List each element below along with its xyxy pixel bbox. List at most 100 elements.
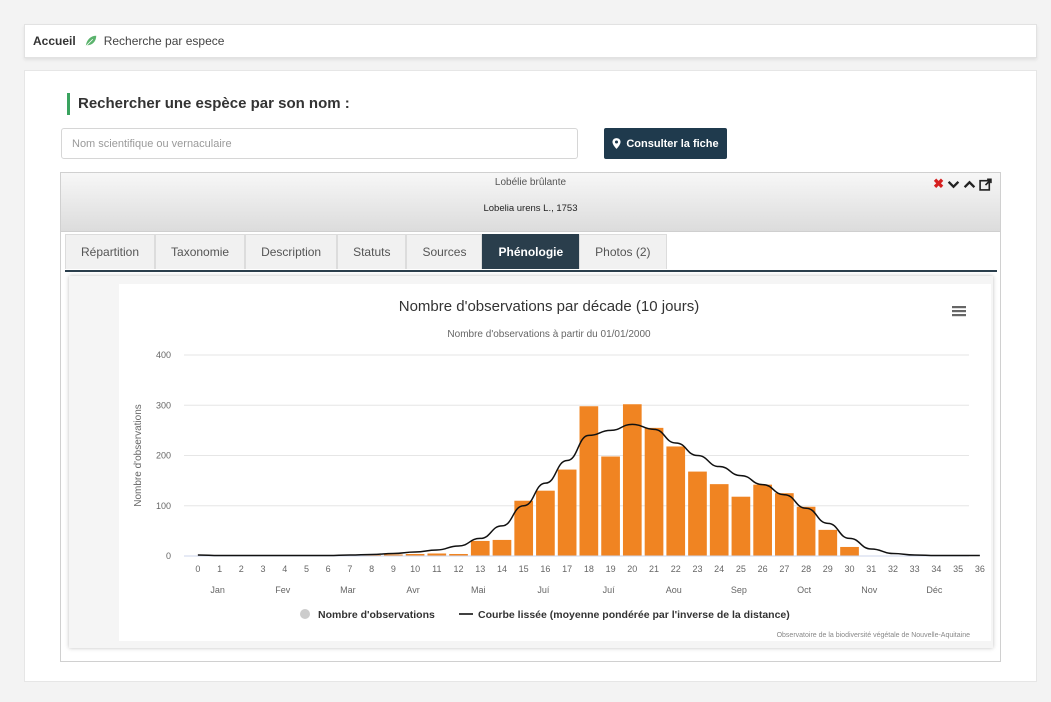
x-tick-label: 8 [369, 564, 374, 574]
x-tick-label: 21 [649, 564, 659, 574]
chart-bar [666, 446, 686, 556]
x-tick-label: 31 [866, 564, 876, 574]
month-label: Aou [666, 585, 682, 595]
x-tick-label: 3 [261, 564, 266, 574]
species-panel: Lobélie brûlante Lobelia urens L., 1753 … [60, 172, 1001, 662]
x-tick-label: 22 [671, 564, 681, 574]
x-tick-label: 28 [801, 564, 811, 574]
breadcrumb: Accueil Recherche par espece [24, 24, 1037, 58]
tab-statuts[interactable]: Statuts [337, 234, 407, 269]
chevron-down-icon[interactable] [947, 178, 960, 191]
month-label: Jan [210, 585, 225, 595]
tab-photos-2[interactable]: Photos (2) [579, 234, 667, 269]
x-tick-label: 12 [454, 564, 464, 574]
x-tick-label: 5 [304, 564, 309, 574]
x-tick-label: 24 [714, 564, 724, 574]
chart-bar [622, 404, 642, 556]
x-tick-label: 16 [540, 564, 550, 574]
tab-phénologie[interactable]: Phénologie [482, 234, 580, 269]
close-icon[interactable]: ✖ [933, 177, 944, 191]
external-link-icon[interactable] [979, 177, 992, 191]
month-label: Fev [275, 585, 291, 595]
x-tick-label: 4 [282, 564, 287, 574]
x-tick-label: 19 [606, 564, 616, 574]
x-tick-label: 10 [410, 564, 420, 574]
species-common-name: Lobélie brûlante [494, 177, 567, 188]
chart-bar [470, 540, 490, 556]
species-header: Lobélie brûlante Lobelia urens L., 1753 … [61, 173, 1000, 232]
month-label: Juí [537, 585, 550, 595]
chart-bar [775, 493, 794, 556]
x-tick-label: 25 [736, 564, 746, 574]
x-tick-label: 32 [888, 564, 898, 574]
chart-container: Nombre d'observations par décade (10 jou… [69, 276, 993, 648]
chart-bar [492, 539, 512, 556]
chart-bar [579, 406, 599, 556]
month-label: Nov [861, 585, 878, 595]
species-search-input[interactable] [61, 128, 578, 159]
month-label: Mar [340, 585, 356, 595]
x-tick-label: 30 [845, 564, 855, 574]
x-tick-label: 11 [432, 564, 441, 574]
breadcrumb-current: Recherche par espece [103, 34, 225, 48]
y-tick-label: 400 [156, 350, 171, 360]
y-tick-label: 100 [156, 501, 171, 511]
main-card: Rechercher une espèce par son nom : Cons… [24, 70, 1037, 682]
x-tick-label: 15 [519, 564, 529, 574]
x-tick-label: 29 [823, 564, 833, 574]
x-tick-label: 18 [584, 564, 594, 574]
search-heading: Rechercher une espèce par son nom : [67, 93, 350, 115]
consult-sheet-label: Consulter la fiche [626, 137, 719, 150]
legend-curve-label: Courbe lissée (moyenne pondérée par l'in… [478, 609, 790, 621]
tab-description[interactable]: Description [245, 234, 338, 269]
y-tick-label: 0 [166, 551, 171, 561]
y-tick-label: 200 [156, 451, 171, 461]
x-tick-label: 13 [475, 564, 485, 574]
chart-bar [731, 496, 751, 556]
tab-taxonomie[interactable]: Taxonomie [155, 234, 246, 269]
legend-bar-marker [300, 609, 310, 619]
x-tick-label: 27 [779, 564, 789, 574]
x-tick-label: 23 [692, 564, 702, 574]
chart-subtitle: Nombre d'observations à partir du 01/01/… [447, 329, 651, 340]
x-tick-label: 1 [217, 564, 222, 574]
x-tick-label: 14 [497, 564, 507, 574]
consult-sheet-button[interactable]: Consulter la fiche [604, 128, 727, 159]
chart-bar [709, 484, 729, 556]
x-tick-label: 34 [931, 564, 941, 574]
chart-bar [601, 456, 620, 556]
chart-title: Nombre d'observations par décade (10 jou… [399, 298, 700, 315]
month-label: Déc [926, 585, 943, 595]
location-pin-icon [612, 138, 621, 149]
chart-credits: Observatoire de la biodiversité végétale… [777, 632, 970, 639]
leaf-icon [85, 35, 96, 47]
phenology-chart: Nombre d'observations par décade (10 jou… [133, 298, 985, 639]
y-axis-label: Nombre d'observations [133, 404, 144, 507]
hamburger-menu-icon[interactable] [952, 306, 966, 317]
month-label: Mai [471, 585, 486, 595]
tab-répartition[interactable]: Répartition [65, 234, 156, 269]
chart-area: Nombre d'observations par décade (10 jou… [119, 284, 991, 641]
chart-bar [688, 471, 707, 556]
chart-bar [753, 484, 772, 556]
species-tabs: Répartition Taxonomie Description Statuts So… [65, 234, 997, 272]
x-tick-label: 36 [975, 564, 985, 574]
chart-bar [536, 490, 555, 556]
tab-sources[interactable]: Sources [406, 234, 483, 269]
month-label: Sep [731, 585, 747, 595]
x-tick-label: 7 [347, 564, 352, 574]
chevron-up-icon[interactable] [963, 178, 976, 191]
x-tick-label: 35 [953, 564, 963, 574]
chart-bar [796, 506, 816, 556]
x-tick-label: 6 [326, 564, 331, 574]
month-label: Avr [406, 585, 419, 595]
chart-bar [557, 469, 577, 556]
chart-bar [840, 546, 859, 556]
month-label: Oct [797, 585, 812, 595]
breadcrumb-home-link[interactable]: Accueil [33, 34, 76, 48]
y-tick-label: 300 [156, 400, 171, 410]
chart-bar [644, 427, 664, 556]
panel-actions: ✖ [933, 177, 992, 191]
x-tick-label: 17 [562, 564, 572, 574]
x-tick-label: 9 [391, 564, 396, 574]
